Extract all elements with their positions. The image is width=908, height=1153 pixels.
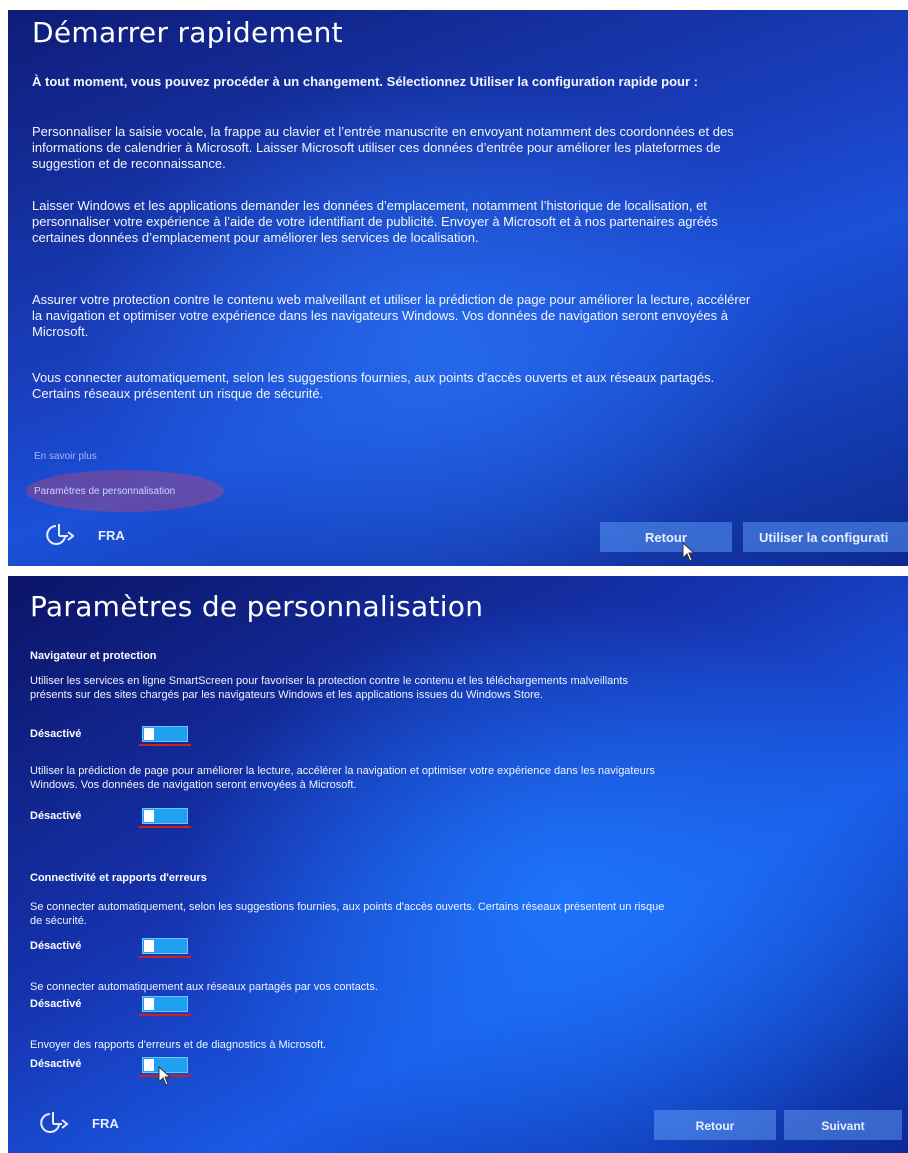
toggle-knob [144,998,154,1010]
open-hotspots-toggle[interactable] [139,938,191,958]
setting-open-hotspots-state: Désactivé [30,940,82,952]
annotation-underline [139,744,191,746]
setting-contact-networks-desc: Se connecter automatiquement aux réseaux… [30,981,378,993]
paragraph-browser: Assurer votre protection contre le conte… [32,292,751,339]
next-button[interactable]: Suivant [784,1110,902,1140]
express-settings-screen: Démarrer rapidement À tout moment, vous … [8,10,908,566]
setting-error-reports-state: Désactivé [30,1058,82,1070]
toggle-knob [144,1059,154,1071]
toggle-knob [144,940,154,952]
language-indicator[interactable]: FRA [98,528,125,543]
page-title: Démarrer rapidement [32,16,343,49]
setting-open-hotspots-desc: Se connecter automatiquement, selon les … [30,901,665,927]
express-settings-button[interactable]: Utiliser la configurati [743,522,908,552]
ease-of-access-icon[interactable] [46,522,76,548]
bottom-bar: FRA Retour Utiliser la configurati [8,520,908,562]
customize-settings-link[interactable]: Paramètres de personnalisation [34,486,175,497]
mouse-pointer-icon [682,541,696,562]
ease-of-access-icon[interactable] [40,1110,70,1136]
back-button[interactable]: Retour [600,522,732,552]
section-connectivity-errors: Connectivité et rapports d'erreurs [30,872,207,884]
page-title: Paramètres de personnalisation [30,590,484,623]
toggle-knob [144,810,154,822]
section-browser-protection: Navigateur et protection [30,650,157,662]
mouse-pointer-icon [158,1065,172,1086]
back-button[interactable]: Retour [654,1110,776,1140]
customize-settings-screen: Paramètres de personnalisation Navigateu… [8,576,908,1153]
learn-more-link[interactable]: En savoir plus [34,451,97,462]
paragraph-location: Laisser Windows et les applications dema… [32,198,718,245]
language-indicator[interactable]: FRA [92,1116,119,1131]
setting-contact-networks-state: Désactivé [30,998,82,1010]
smartscreen-toggle[interactable] [139,726,191,746]
paragraph-connectivity: Vous connecter automatiquement, selon le… [32,370,715,401]
annotation-underline [139,1014,191,1016]
annotation-underline [139,826,191,828]
contact-networks-toggle[interactable] [139,996,191,1016]
setting-smartscreen-desc: Utiliser les services en ligne SmartScre… [30,675,628,701]
annotation-underline [139,956,191,958]
setting-smartscreen-state: Désactivé [30,728,82,740]
setting-page-prediction-state: Désactivé [30,810,82,822]
setting-error-reports-desc: Envoyer des rapports d'erreurs et de dia… [30,1039,327,1051]
setting-page-prediction-desc: Utiliser la prédiction de page pour amél… [30,765,655,791]
intro-text: À tout moment, vous pouvez procéder à un… [32,74,698,89]
toggle-knob [144,728,154,740]
paragraph-input: Personnaliser la saisie vocale, la frapp… [32,124,734,171]
bottom-bar: FRA Retour Suivant [8,1106,908,1146]
page-prediction-toggle[interactable] [139,808,191,828]
